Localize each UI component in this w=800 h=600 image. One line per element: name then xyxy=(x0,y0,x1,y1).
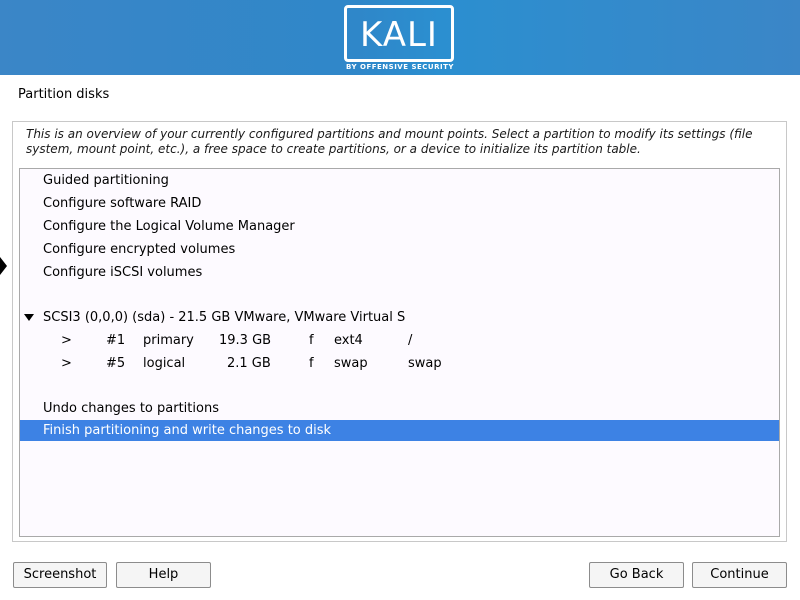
list-item-label: Undo changes to partitions xyxy=(43,401,219,416)
kali-logo: KALI xyxy=(344,5,454,62)
list-item-undo-changes[interactable]: Undo changes to partitions xyxy=(20,398,779,419)
partition-mount: / xyxy=(408,333,413,348)
list-item-iscsi-volumes[interactable]: Configure iSCSI volumes xyxy=(20,262,779,283)
partition-mount: swap xyxy=(408,356,442,371)
partition-number: #5 xyxy=(106,356,126,371)
list-item-label: Configure software RAID xyxy=(43,196,202,211)
list-item-disk-sda[interactable]: SCSI3 (0,0,0) (sda) - 21.5 GB VMware, VM… xyxy=(20,307,779,328)
list-item-label: Configure iSCSI volumes xyxy=(43,265,203,280)
partition-size: 19.3 GB xyxy=(219,333,272,348)
partition-marker: > xyxy=(61,356,72,371)
list-item-label: Guided partitioning xyxy=(43,173,169,188)
list-item-label: Configure the Logical Volume Manager xyxy=(43,219,295,234)
go-back-button[interactable]: Go Back xyxy=(589,562,684,588)
mouse-pointer-icon xyxy=(0,257,7,275)
list-item-partition-1[interactable]: > #1 primary 19.3 GB f ext4 / xyxy=(20,330,779,351)
partition-number: #1 xyxy=(106,333,126,348)
list-item-lvm[interactable]: Configure the Logical Volume Manager xyxy=(20,216,779,237)
partition-type: primary xyxy=(143,333,194,348)
list-item-label: Finish partitioning and write changes to… xyxy=(43,423,332,438)
page-title: Partition disks xyxy=(18,87,110,102)
logo-text: KALI xyxy=(360,15,438,55)
partition-flag: f xyxy=(309,356,314,371)
logo-subtitle: BY OFFENSIVE SECURITY xyxy=(346,63,454,71)
page-description: This is an overview of your currently co… xyxy=(26,127,753,156)
list-item-guided-partitioning[interactable]: Guided partitioning xyxy=(20,170,779,191)
list-item-partition-5[interactable]: > #5 logical 2.1 GB f swap swap xyxy=(20,353,779,374)
partition-list[interactable]: Guided partitioning Configure software R… xyxy=(19,168,780,537)
list-item-label: Configure encrypted volumes xyxy=(43,242,236,257)
screenshot-button[interactable]: Screenshot xyxy=(13,562,107,588)
list-item-finish-partitioning[interactable]: Finish partitioning and write changes to… xyxy=(20,420,779,441)
partition-flag: f xyxy=(309,333,314,348)
help-button[interactable]: Help xyxy=(116,562,211,588)
partition-fs: swap xyxy=(334,356,368,371)
partition-type: logical xyxy=(143,356,186,371)
list-item-software-raid[interactable]: Configure software RAID xyxy=(20,193,779,214)
continue-button[interactable]: Continue xyxy=(692,562,787,588)
kali-banner: KALI BY OFFENSIVE SECURITY xyxy=(0,0,800,75)
list-item-encrypted-volumes[interactable]: Configure encrypted volumes xyxy=(20,239,779,260)
disk-label: SCSI3 (0,0,0) (sda) - 21.5 GB VMware, VM… xyxy=(43,310,406,325)
expand-triangle-icon xyxy=(24,314,34,321)
partition-size: 2.1 GB xyxy=(227,356,271,371)
partition-marker: > xyxy=(61,333,72,348)
partition-fs: ext4 xyxy=(334,333,363,348)
